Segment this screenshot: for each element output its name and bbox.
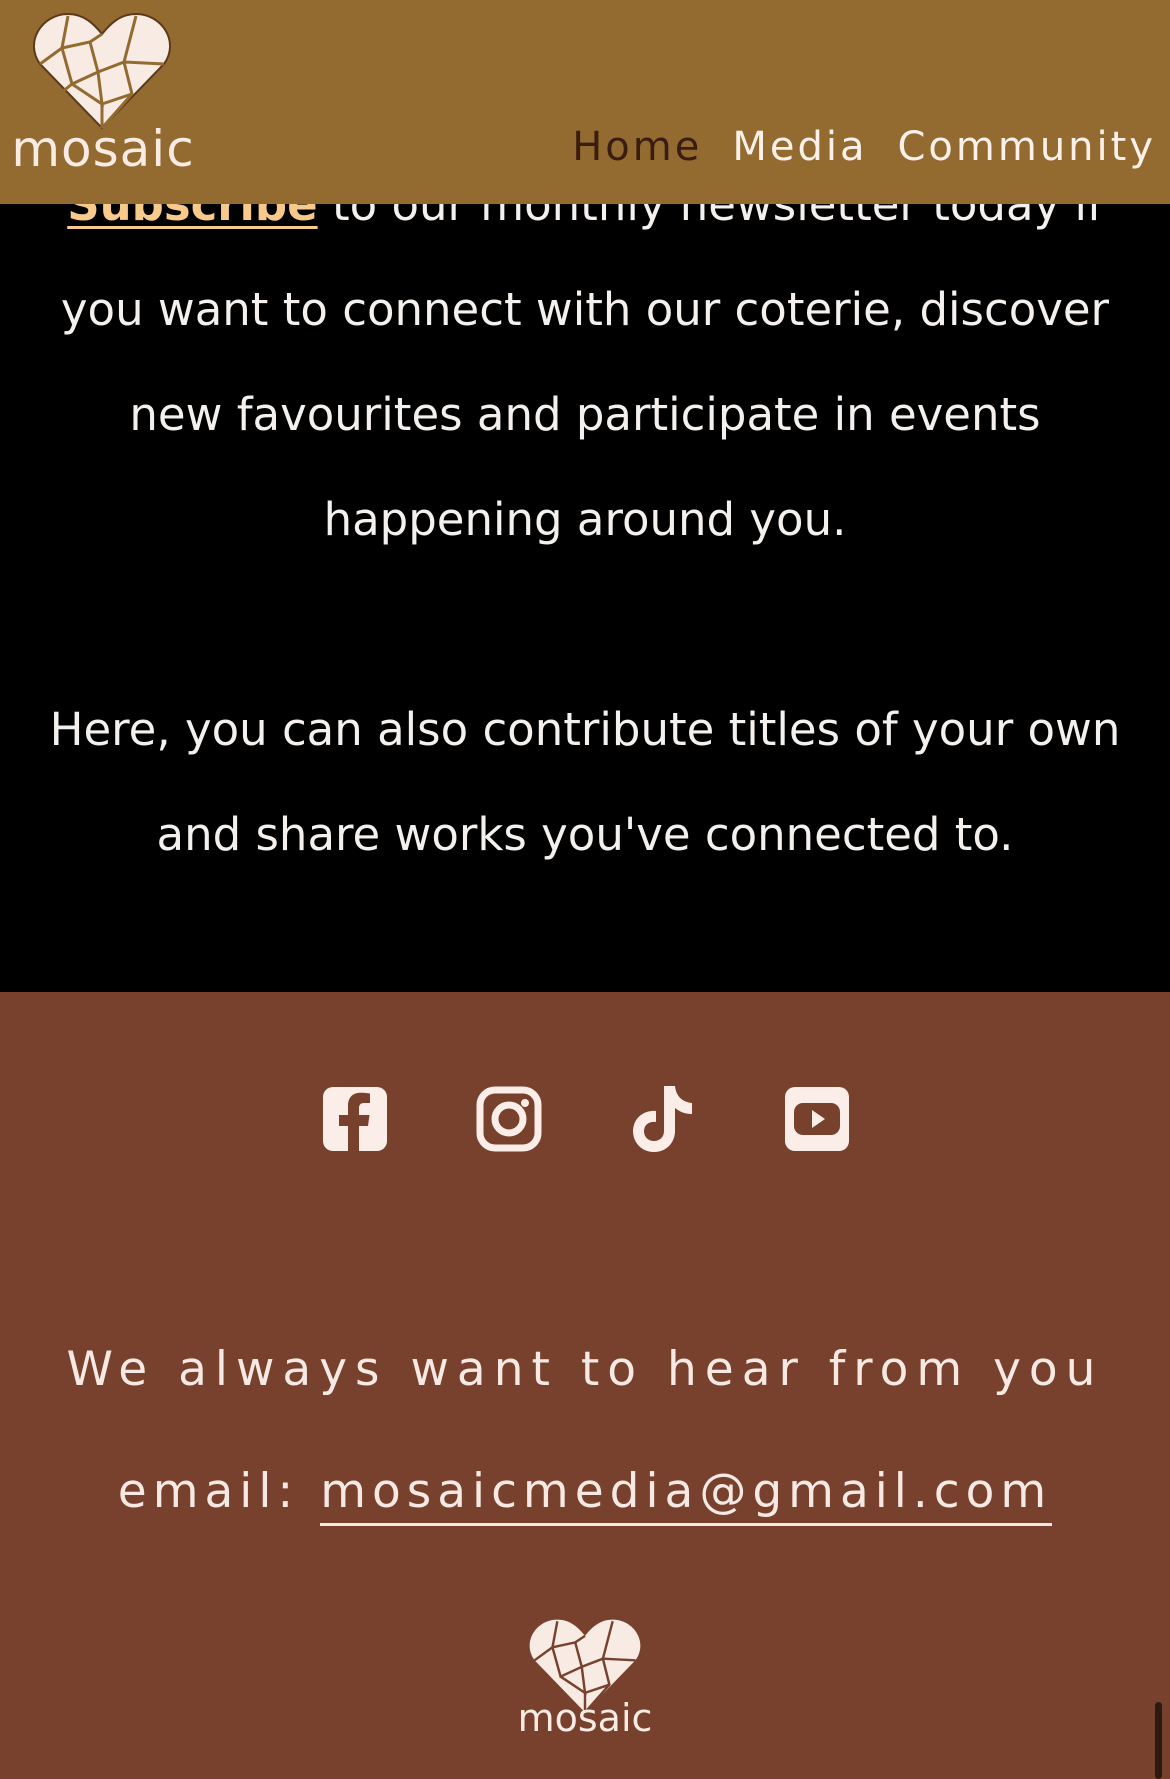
main-nav: Home Media Community: [572, 124, 1156, 170]
newsletter-paragraph: Subscribe to our monthly newsletter toda…: [40, 152, 1130, 572]
contribute-paragraph: Here, you can also contribute titles of …: [49, 703, 1121, 861]
email-link[interactable]: mosaicmedia@gmail.com: [320, 1464, 1053, 1526]
instagram-icon[interactable]: [476, 1084, 542, 1154]
youtube-icon[interactable]: [784, 1084, 850, 1154]
footer-logo-wordmark: mosaic: [517, 1696, 653, 1740]
newsletter-text: to our monthly newsletter today if you w…: [60, 178, 1110, 546]
social-links: [322, 1084, 850, 1154]
nav-community[interactable]: Community: [897, 124, 1156, 170]
site-footer: We always want to hear from you email: m…: [0, 992, 1170, 1779]
logo-wordmark: mosaic: [11, 120, 195, 178]
nav-home[interactable]: Home: [572, 124, 702, 170]
tiktok-icon[interactable]: [630, 1084, 696, 1154]
contact-email-line: email: mosaicmedia@gmail.com: [0, 1464, 1170, 1526]
email-label: email:: [117, 1464, 321, 1519]
site-header: mosaic Home Media Community: [0, 0, 1170, 204]
footer-logo[interactable]: mosaic: [505, 1618, 665, 1748]
nav-media[interactable]: Media: [732, 124, 867, 170]
facebook-icon[interactable]: [322, 1084, 388, 1154]
scrollbar-thumb[interactable]: [1155, 1702, 1162, 1779]
header-logo[interactable]: mosaic: [8, 12, 198, 178]
heart-mosaic-icon: [33, 12, 171, 130]
contact-heading: We always want to hear from you: [66, 1342, 1104, 1397]
